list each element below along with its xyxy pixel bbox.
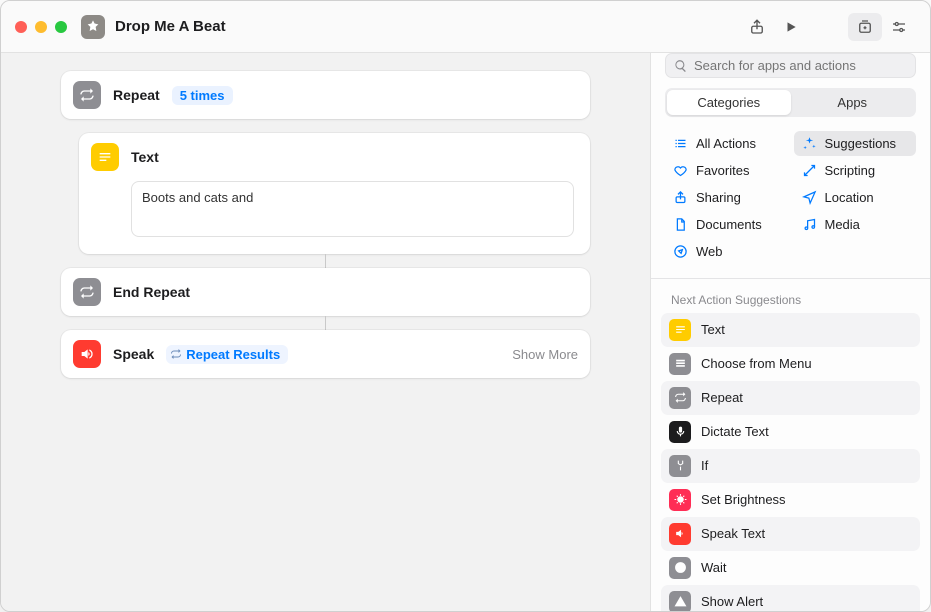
category-location[interactable]: Location <box>794 185 917 210</box>
sparkle-icon <box>802 136 817 151</box>
suggestion-item[interactable]: Wait <box>661 551 920 585</box>
compass-icon <box>673 244 688 259</box>
tab-categories[interactable]: Categories <box>667 90 791 115</box>
action-text[interactable]: Text Boots and cats and <box>79 133 590 254</box>
speak-variable-token[interactable]: Repeat Results <box>166 345 288 364</box>
suggestion-label: Repeat <box>701 390 743 405</box>
suggestion-label: Show Alert <box>701 594 763 609</box>
category-scripting[interactable]: Scripting <box>794 158 917 183</box>
menu-icon <box>669 353 691 375</box>
workflow-canvas[interactable]: Repeat 5 times Text Boots and cats and <box>1 53 650 611</box>
location-icon <box>802 190 817 205</box>
heart-icon <box>673 163 688 178</box>
share-icon <box>673 190 688 205</box>
document-icon <box>673 217 688 232</box>
suggestion-item[interactable]: Speak Text <box>661 517 920 551</box>
category-web[interactable]: Web <box>665 239 788 264</box>
action-speak[interactable]: Speak Repeat Results Show More <box>61 330 590 378</box>
suggestion-label: Dictate Text <box>701 424 769 439</box>
wand-icon <box>802 163 817 178</box>
suggestion-label: Set Brightness <box>701 492 786 507</box>
suggestion-item[interactable]: Show Alert <box>661 585 920 611</box>
library-button[interactable] <box>848 13 882 41</box>
tab-apps[interactable]: Apps <box>791 90 915 115</box>
repeat-icon <box>669 387 691 409</box>
suggestions-header: Next Action Suggestions <box>651 283 930 313</box>
suggestion-item[interactable]: Dictate Text <box>661 415 920 449</box>
repeat-count-token[interactable]: 5 times <box>172 86 233 105</box>
connector-line <box>325 316 326 330</box>
window-title: Drop Me A Beat <box>115 18 226 35</box>
suggestion-label: Wait <box>701 560 727 575</box>
suggestion-label: If <box>701 458 708 473</box>
text-icon <box>91 143 119 171</box>
search-input[interactable] <box>694 58 907 73</box>
connector-line <box>325 254 326 268</box>
close-button[interactable] <box>15 21 27 33</box>
suggestion-item[interactable]: Text <box>661 313 920 347</box>
text-label: Text <box>131 149 159 165</box>
divider <box>651 278 930 279</box>
action-repeat[interactable]: Repeat 5 times <box>61 71 590 119</box>
category-media[interactable]: Media <box>794 212 917 237</box>
share-button[interactable] <box>740 13 774 41</box>
repeat-icon <box>73 278 101 306</box>
alert-icon <box>669 591 691 611</box>
list-icon <box>673 136 688 151</box>
repeat-label: Repeat <box>113 87 160 103</box>
maximize-button[interactable] <box>55 21 67 33</box>
show-more-button[interactable]: Show More <box>512 347 578 362</box>
clock-icon <box>669 557 691 579</box>
suggestion-label: Speak Text <box>701 526 765 541</box>
speak-label: Speak <box>113 346 154 362</box>
sound-icon <box>669 523 691 545</box>
suggestion-item[interactable]: Choose from Menu <box>661 347 920 381</box>
run-button[interactable] <box>774 13 808 41</box>
shortcut-app-icon <box>81 15 105 39</box>
category-documents[interactable]: Documents <box>665 212 788 237</box>
categories-grid: All Actions Suggestions Favorites Script… <box>651 127 930 274</box>
settings-button[interactable] <box>882 13 916 41</box>
text-input[interactable]: Boots and cats and <box>131 181 574 237</box>
actions-sidebar: Categories Apps All Actions Suggestions … <box>650 53 930 611</box>
suggestion-item[interactable]: If <box>661 449 920 483</box>
end-repeat-label: End Repeat <box>113 284 190 300</box>
repeat-icon <box>73 81 101 109</box>
bright-icon <box>669 489 691 511</box>
action-end-repeat[interactable]: End Repeat <box>61 268 590 316</box>
search-icon <box>674 59 688 73</box>
search-field[interactable] <box>665 53 916 78</box>
text-icon <box>669 319 691 341</box>
mic-icon <box>669 421 691 443</box>
suggestion-item[interactable]: Repeat <box>661 381 920 415</box>
minimize-button[interactable] <box>35 21 47 33</box>
speak-variable-label: Repeat Results <box>186 347 280 362</box>
category-sharing[interactable]: Sharing <box>665 185 788 210</box>
suggestion-item[interactable]: Set Brightness <box>661 483 920 517</box>
branch-icon <box>669 455 691 477</box>
category-favorites[interactable]: Favorites <box>665 158 788 183</box>
suggestion-label: Text <box>701 322 725 337</box>
suggestion-label: Choose from Menu <box>701 356 812 371</box>
window-controls[interactable] <box>15 21 67 33</box>
speaker-icon <box>73 340 101 368</box>
category-suggestions[interactable]: Suggestions <box>794 131 917 156</box>
sidebar-segmented-control[interactable]: Categories Apps <box>665 88 916 117</box>
category-all-actions[interactable]: All Actions <box>665 131 788 156</box>
suggestions-list: Text Choose from Menu Repeat Dictate Text If… <box>651 313 930 611</box>
music-icon <box>802 217 817 232</box>
